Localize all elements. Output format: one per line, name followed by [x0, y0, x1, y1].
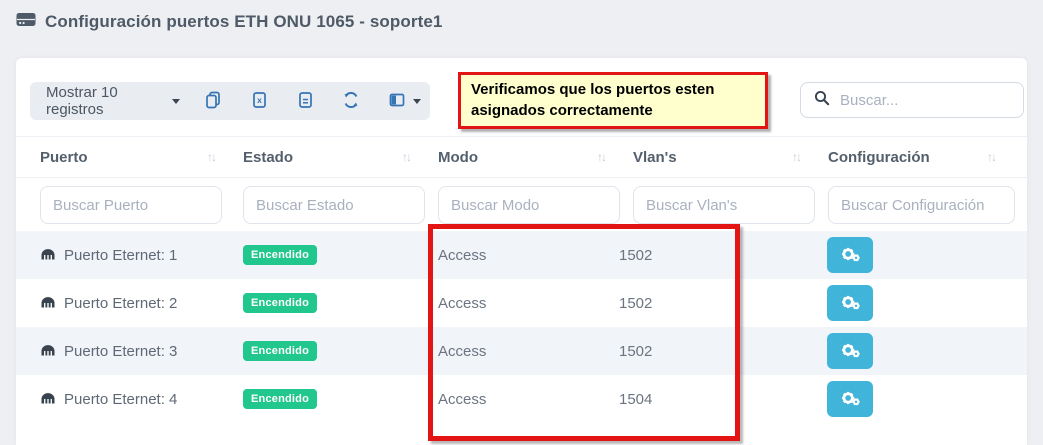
file-export-button[interactable]	[286, 82, 324, 120]
cell-configuracion	[812, 285, 1007, 321]
port-label: Puerto Eternet: 1	[64, 247, 177, 264]
vlan-value: 1502	[619, 295, 652, 312]
mode-value: Access	[438, 295, 486, 312]
ethernet-port-icon	[40, 295, 56, 312]
column-visibility-button[interactable]	[378, 82, 430, 120]
cell-puerto: Puerto Eternet: 1	[24, 247, 227, 264]
column-header-modo[interactable]: Modo ↑↓	[422, 149, 617, 166]
sort-icon[interactable]: ↑↓	[792, 150, 800, 164]
table-row: Puerto Eternet: 3 Encendido Access 1502	[16, 327, 1027, 375]
search-input[interactable]	[840, 92, 1039, 109]
chevron-down-icon	[172, 99, 180, 104]
filter-configuracion-input[interactable]	[828, 186, 1015, 224]
table-row: Puerto Eternet: 1 Encendido Access 1502	[16, 231, 1027, 279]
copy-button[interactable]	[194, 82, 232, 120]
refresh-button[interactable]	[332, 82, 370, 120]
table-row: Puerto Eternet: 4 Encendido Access 1504	[16, 375, 1027, 423]
table-toolbar: Mostrar 10 registros x	[30, 82, 430, 120]
status-badge: Encendido	[243, 245, 317, 265]
column-header-puerto[interactable]: Puerto ↑↓	[24, 149, 227, 166]
cell-configuracion	[812, 237, 1007, 273]
mode-value: Access	[438, 391, 486, 408]
cell-vlan: 1502	[617, 295, 812, 312]
filter-vlans-input[interactable]	[633, 186, 815, 224]
configure-port-button[interactable]	[827, 333, 873, 369]
cell-modo: Access	[422, 247, 617, 264]
ethernet-port-icon	[40, 343, 56, 360]
cell-modo: Access	[422, 343, 617, 360]
svg-text:x: x	[257, 95, 262, 105]
cell-estado: Encendido	[227, 245, 422, 265]
cell-estado: Encendido	[227, 341, 422, 361]
mode-value: Access	[438, 343, 486, 360]
cell-vlan: 1502	[617, 343, 812, 360]
cell-vlan: 1502	[617, 247, 812, 264]
status-badge: Encendido	[243, 293, 317, 313]
sort-icon[interactable]: ↑↓	[402, 150, 410, 164]
cell-modo: Access	[422, 295, 617, 312]
cell-puerto: Puerto Eternet: 2	[24, 295, 227, 312]
configure-port-button[interactable]	[827, 285, 873, 321]
ethernet-port-icon	[40, 391, 56, 408]
export-buttons: x	[194, 82, 430, 120]
port-label: Puerto Eternet: 3	[64, 343, 177, 360]
cogs-icon	[840, 245, 861, 266]
cell-vlan: 1504	[617, 391, 812, 408]
column-header-configuracion[interactable]: Configuración ↑↓	[812, 149, 1007, 166]
device-icon	[16, 12, 36, 32]
port-label: Puerto Eternet: 2	[64, 295, 177, 312]
page-title: Configuración puertos ETH ONU 1065 - sop…	[45, 12, 442, 32]
vlan-value: 1502	[619, 343, 652, 360]
filter-modo-input[interactable]	[438, 186, 620, 224]
excel-button[interactable]: x	[240, 82, 278, 120]
vlan-value: 1502	[619, 247, 652, 264]
status-badge: Encendido	[243, 341, 317, 361]
table-row: Puerto Eternet: 2 Encendido Access 1502	[16, 279, 1027, 327]
configure-port-button[interactable]	[827, 381, 873, 417]
page-header: Configuración puertos ETH ONU 1065 - sop…	[0, 0, 1043, 44]
filter-estado-input[interactable]	[243, 186, 425, 224]
cell-estado: Encendido	[227, 389, 422, 409]
cogs-icon	[840, 293, 861, 314]
ethernet-port-icon	[40, 247, 56, 264]
cell-configuracion	[812, 381, 1007, 417]
cell-puerto: Puerto Eternet: 4	[24, 391, 227, 408]
mode-value: Access	[438, 247, 486, 264]
cell-modo: Access	[422, 391, 617, 408]
status-badge: Encendido	[243, 389, 317, 409]
port-label: Puerto Eternet: 4	[64, 391, 177, 408]
sort-icon[interactable]: ↑↓	[987, 150, 995, 164]
copy-icon	[203, 90, 223, 113]
sort-icon[interactable]: ↑↓	[597, 150, 605, 164]
cell-configuracion	[812, 333, 1007, 369]
filter-puerto-input[interactable]	[40, 186, 222, 224]
cogs-icon	[840, 389, 861, 410]
column-header-vlans[interactable]: Vlan's ↑↓	[617, 149, 812, 166]
column-header-estado[interactable]: Estado ↑↓	[227, 149, 422, 166]
cell-puerto: Puerto Eternet: 3	[24, 343, 227, 360]
cell-estado: Encendido	[227, 293, 422, 313]
table-header-row: Puerto ↑↓ Estado ↑↓ Modo ↑↓ Vlan's ↑↓ Co…	[16, 136, 1027, 178]
columns-icon	[387, 90, 407, 113]
table-body: Puerto Eternet: 1 Encendido Access 1502	[16, 231, 1027, 423]
show-entries-dropdown[interactable]: Mostrar 10 registros	[30, 84, 190, 118]
global-search	[800, 82, 1024, 118]
chevron-down-icon	[413, 99, 421, 104]
vlan-value: 1504	[619, 391, 652, 408]
file-icon	[295, 90, 315, 113]
filter-row	[16, 179, 1027, 231]
refresh-icon	[341, 90, 361, 113]
configure-port-button[interactable]	[827, 237, 873, 273]
cogs-icon	[840, 341, 861, 362]
annotation-note: Verificamos que los puertos esten asigna…	[458, 72, 768, 129]
show-entries-label: Mostrar 10 registros	[46, 84, 164, 118]
sort-icon[interactable]: ↑↓	[207, 150, 215, 164]
excel-icon: x	[249, 90, 269, 113]
search-icon	[813, 89, 831, 112]
